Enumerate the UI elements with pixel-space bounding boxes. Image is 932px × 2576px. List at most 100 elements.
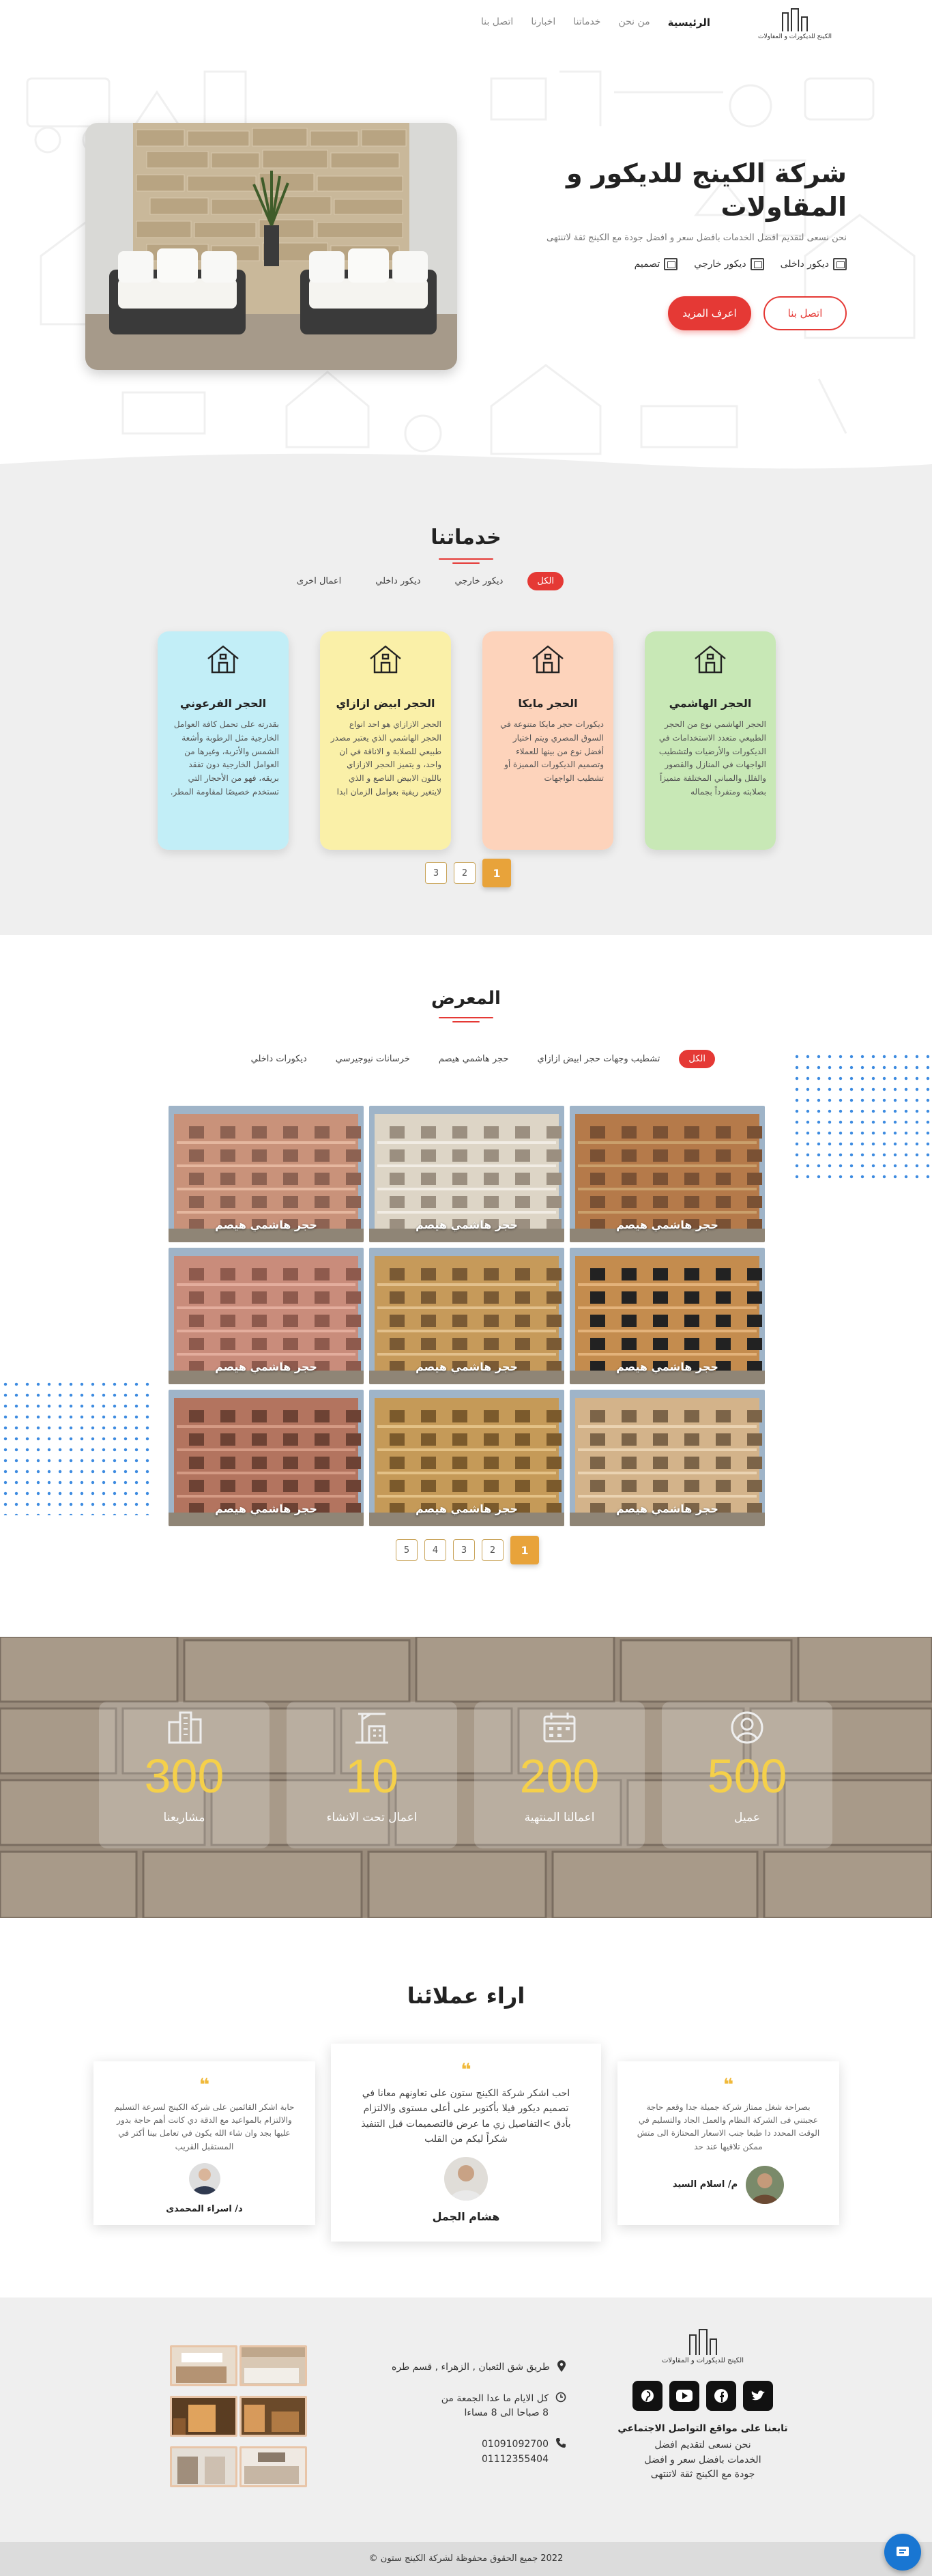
hero-tags: ديكور داخلى ديكور خارجي تصميم <box>465 257 847 270</box>
gallery-item[interactable]: حجر هاشمي هيصم <box>570 1106 765 1242</box>
hero-section: شركة الكينج للديكور و المقاولات نحن نسعى… <box>0 51 932 485</box>
thumbnail[interactable] <box>170 2345 237 2386</box>
filter-white-stone[interactable]: تشطيب وجهات حجر ابيض ازازاي <box>528 1050 670 1068</box>
thumbnail[interactable] <box>239 2396 307 2437</box>
stat-label: اعمال تحت الانشاء <box>326 1811 418 1824</box>
gallery-caption: حجر هاشمي هيصم <box>215 1502 317 1515</box>
services-pagination: 1 2 3 <box>425 859 511 887</box>
buildings-logo-icon <box>617 2328 788 2355</box>
stat-card: 300 مشاريعنا <box>99 1702 270 1848</box>
nav-about[interactable]: من نحن <box>618 16 650 29</box>
nav-news[interactable]: اخبارنا <box>531 16 555 29</box>
phone-number[interactable]: 01112355404 <box>482 2452 549 2467</box>
page-button[interactable]: 2 <box>454 862 476 884</box>
page-button[interactable]: 4 <box>424 1539 446 1561</box>
construction-icon <box>355 1713 388 1744</box>
tag-label: ديكور خارجي <box>694 258 746 270</box>
stat-card: 200 اعمالنا المنتهية <box>474 1702 645 1848</box>
social-links <box>617 2381 788 2411</box>
testimonials-section: اراء عملائنا ❝ بصراحة شغل ممتاز شركة جمي… <box>0 1918 932 2297</box>
phone-icon <box>556 2438 566 2448</box>
service-card-title: الحجر الفرعوني <box>179 697 267 710</box>
service-card-desc: الحجر الهاشمي نوع من الحجر الطبيعي متعدد… <box>658 719 766 797</box>
gallery-filters: الكل تشطيب وجهات حجر ابيض ازازاي حجر هاش… <box>242 1050 715 1068</box>
nav-home[interactable]: الرئيسية <box>668 16 710 29</box>
service-card[interactable]: الحجر ابيض ازازاي الحجر الازازاي هو احد … <box>320 631 451 850</box>
gallery-item[interactable]: حجر هاشمي هيصم <box>570 1390 765 1526</box>
gallery-item[interactable]: حجر هاشمي هيصم <box>169 1390 364 1526</box>
filter-all[interactable]: الكل <box>679 1050 715 1068</box>
page-button[interactable]: 2 <box>482 1539 504 1561</box>
stat-value: 10 <box>345 1749 398 1803</box>
filter-exterior[interactable]: ديكور خارجي <box>446 572 513 590</box>
filter-all[interactable]: الكل <box>527 572 564 590</box>
twitter-icon[interactable] <box>743 2381 773 2411</box>
service-card[interactable]: الحجر مايكا ديكورات حجر مايكا متنوعة في … <box>482 631 613 850</box>
gallery-title: المعرض <box>431 988 501 1009</box>
page-button[interactable]: 5 <box>396 1539 418 1561</box>
thumbnail[interactable] <box>239 2345 307 2386</box>
learn-more-button[interactable]: اعرف المزيد <box>668 296 751 330</box>
footer-address: طريق شق الثعبان , الزهراء , قسم طره <box>372 2360 566 2375</box>
thumbnail[interactable] <box>170 2446 237 2487</box>
stat-card: 500 عميل <box>662 1702 832 1848</box>
filter-interior[interactable]: ديكور داخلي <box>366 572 430 590</box>
service-card-title: الحجر مايكا <box>518 697 578 710</box>
page-button[interactable]: 1 <box>482 859 511 887</box>
chat-icon <box>897 2547 909 2556</box>
service-card[interactable]: الحجر الفرعوني بقدرته على تحمل كافة العو… <box>158 631 289 850</box>
nav-menu: الرئيسية من نحن خدماتنا اخبارنا اتصل بنا <box>481 16 710 29</box>
testimonial-text: بصراحة شغل ممتاز شركة جميلة جدا وقعم حاج… <box>637 2102 820 2151</box>
service-card-title: الحجر ابيض ازازاي <box>336 697 435 710</box>
dots-decoration <box>0 1379 151 1515</box>
gallery-item[interactable]: حجر هاشمي هيصم <box>169 1248 364 1384</box>
stat-value: 300 <box>144 1749 224 1803</box>
testimonial-name: م/ اسلام السيد <box>672 2179 738 2190</box>
site-logo[interactable]: الكينج للديكورات و المقاولات <box>757 7 832 48</box>
youtube-icon[interactable] <box>669 2381 699 2411</box>
avatar <box>188 2162 220 2194</box>
phone-number[interactable]: 01091092700 <box>482 2437 549 2452</box>
pinterest-icon[interactable] <box>632 2381 662 2411</box>
calendar-icon <box>543 1713 576 1743</box>
gallery-caption: حجر هاشمي هيصم <box>416 1360 518 1373</box>
house-icon <box>695 645 726 674</box>
filter-other[interactable]: اعمال اخرى <box>287 572 351 590</box>
avatar <box>746 2165 785 2204</box>
page-button[interactable]: 3 <box>425 862 447 884</box>
service-card[interactable]: الحجر الهاشمي الحجر الهاشمي نوع من الحجر… <box>645 631 776 850</box>
thumbnail[interactable] <box>170 2396 237 2437</box>
filter-newjersey[interactable]: خرسانات نيوجيرسي <box>326 1050 420 1068</box>
gallery-item[interactable]: حجر هاشمي هيصم <box>369 1390 564 1526</box>
testimonial-text: احب اشكر شركة الكينج ستون على تعاونهم مع… <box>361 2088 571 2145</box>
page-button[interactable]: 1 <box>510 1536 539 1564</box>
gallery-caption: حجر هاشمي هيصم <box>616 1502 718 1515</box>
facebook-icon[interactable] <box>706 2381 736 2411</box>
services-section: خدماتنا الكل ديكور خارجي ديكور داخلي اعم… <box>0 478 932 935</box>
footer: الكينج للديكورات و المقاولات تابعنا على … <box>0 2298 932 2542</box>
filter-hashemi[interactable]: حجر هاشمي هيصم <box>429 1050 519 1068</box>
quote-icon: ❝ <box>723 2075 734 2095</box>
avatar <box>444 2156 488 2201</box>
nav-contact[interactable]: اتصل بنا <box>481 16 513 29</box>
copyright-bar: 2022 جميع الحقوق محفوظة لشركة الكينج ستو… <box>0 2542 932 2576</box>
nav-services[interactable]: خدماتنا <box>573 16 600 29</box>
hero-subtitle: نحن نسعى لتقديم افضل الخدمات بافضل سعر و… <box>547 232 847 243</box>
testimonials-title: اراء عملائنا <box>407 1983 525 2009</box>
gallery-item[interactable]: حجر هاشمي هيصم <box>570 1248 765 1384</box>
gallery-item[interactable]: حجر هاشمي هيصم <box>369 1106 564 1242</box>
gallery-item[interactable]: حجر هاشمي هيصم <box>369 1248 564 1384</box>
footer-phones: 01091092700 01112355404 <box>372 2437 566 2467</box>
address-text: طريق شق الثعبان , الزهراء , قسم طره <box>392 2362 550 2373</box>
page-button[interactable]: 3 <box>453 1539 475 1561</box>
top-navbar: الرئيسية من نحن خدماتنا اخبارنا اتصل بنا… <box>0 0 932 51</box>
chat-button[interactable] <box>884 2534 921 2571</box>
dots-decoration <box>791 1051 932 1181</box>
gallery-item[interactable]: حجر هاشمي هيصم <box>169 1106 364 1242</box>
thumbnail[interactable] <box>239 2446 307 2487</box>
filter-interior[interactable]: ديكورات داخلي <box>242 1050 317 1068</box>
stats-section: 500 عميل 200 اعمالنا المنتهية 10 اعمال ت… <box>0 1637 932 1918</box>
hero-interior-image <box>85 123 457 370</box>
contact-us-button[interactable]: اتصل بنا <box>763 296 847 330</box>
gallery-caption: حجر هاشمي هيصم <box>616 1360 718 1373</box>
